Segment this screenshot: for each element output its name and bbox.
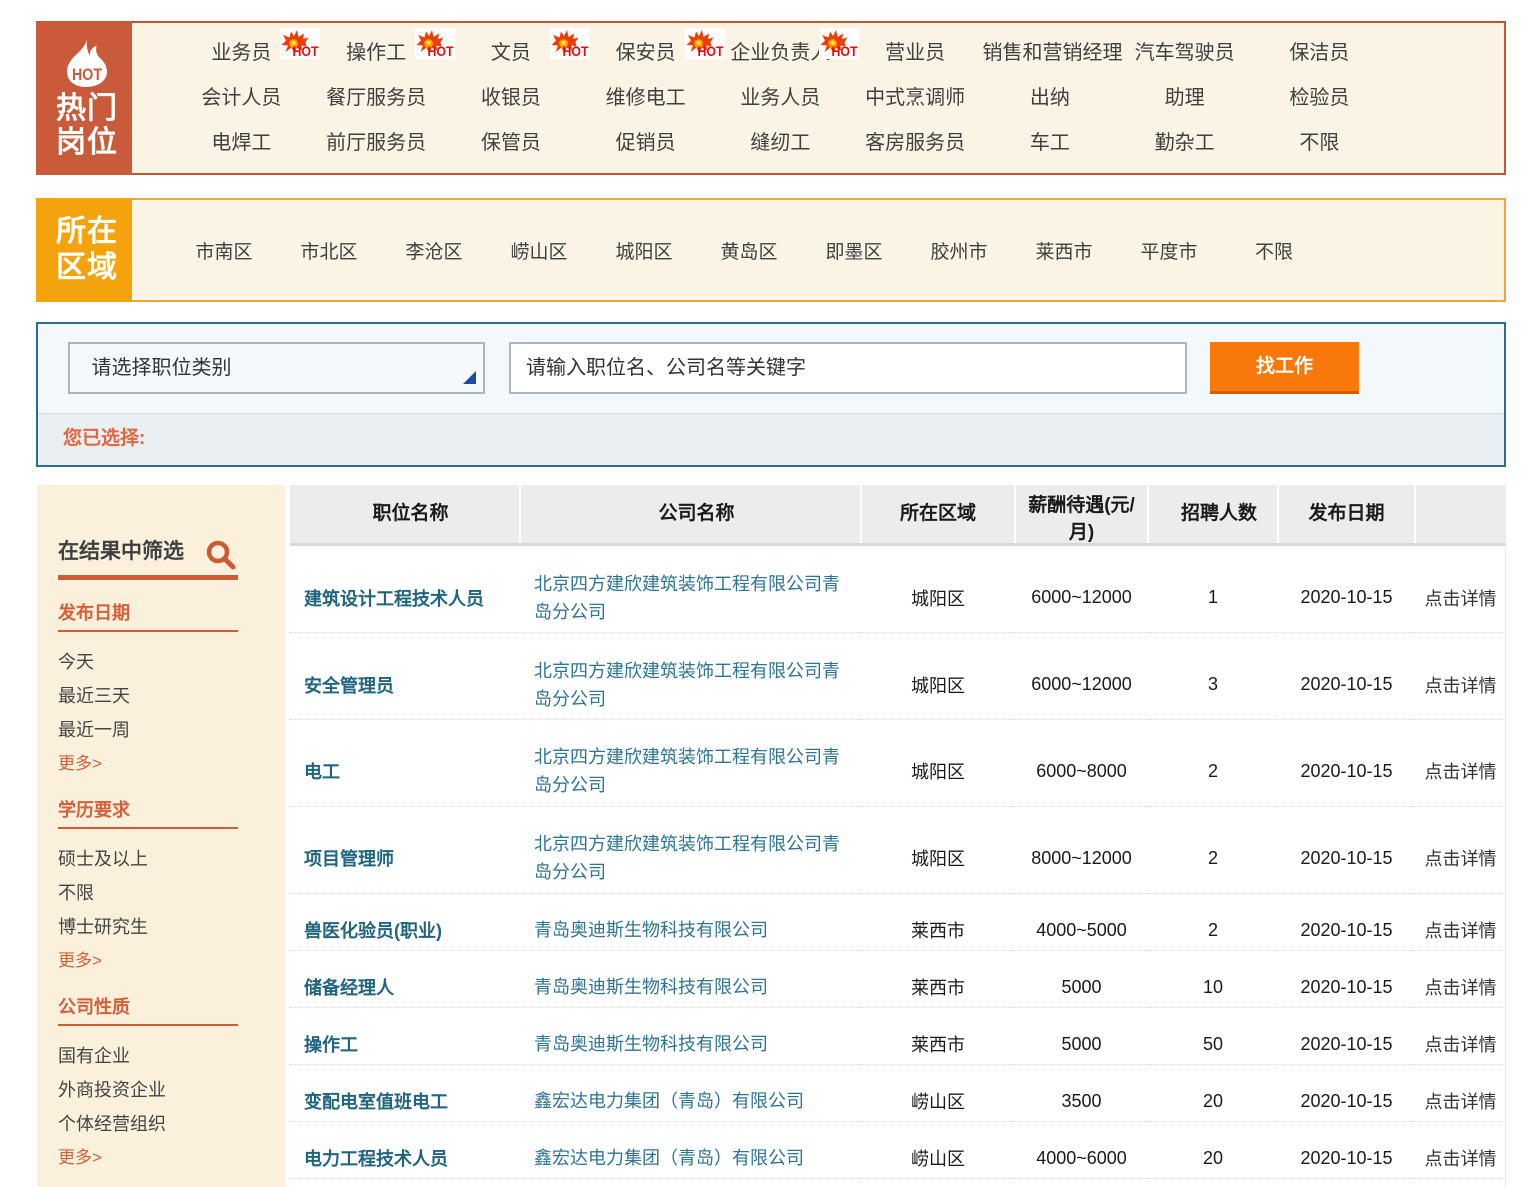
svg-text:HOT: HOT — [72, 65, 103, 84]
